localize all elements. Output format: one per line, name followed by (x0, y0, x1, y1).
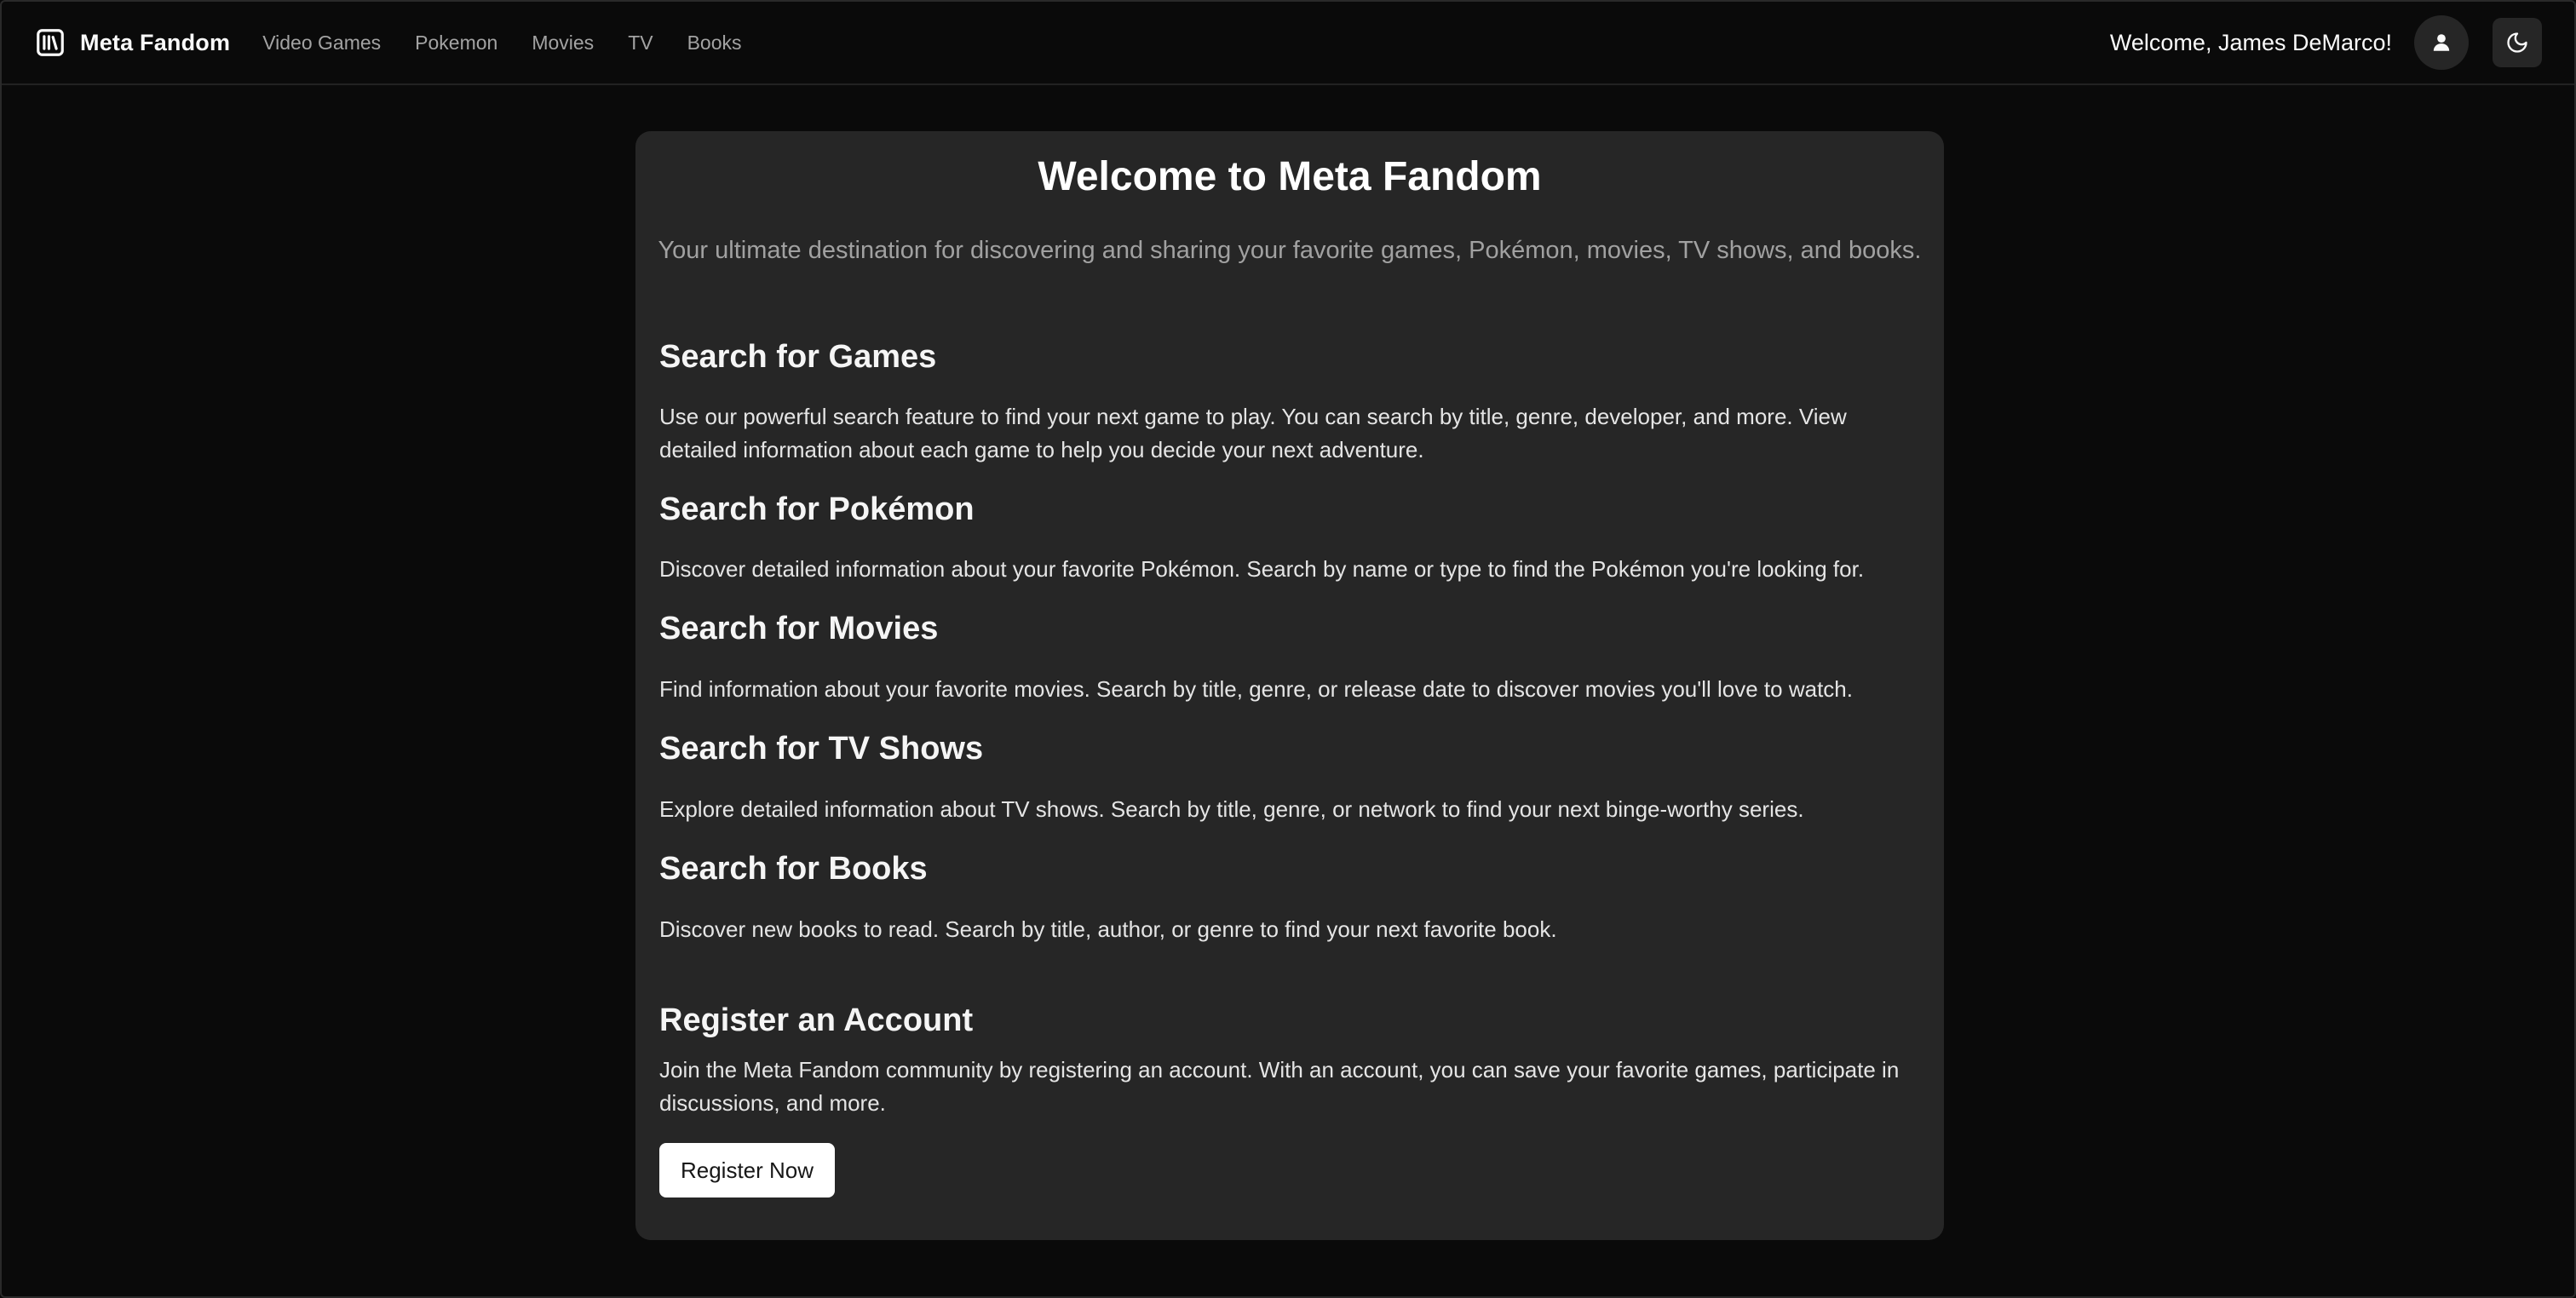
main-nav: Video Games Pokemon Movies TV Books (262, 32, 741, 55)
section-title-register: Register an Account (659, 1002, 974, 1038)
brand-name: Meta Fandom (80, 29, 231, 55)
page-title: Welcome to Meta Fandom (1038, 154, 1542, 199)
section-text-games: Use our powerful search feature to find … (659, 404, 1847, 462)
section-text-pokemon: Discover detailed information about your… (659, 556, 1865, 582)
user-menu-button[interactable] (2414, 15, 2469, 70)
user-icon (2433, 34, 2450, 51)
section-text-tv-shows: Explore detailed information about TV sh… (659, 796, 1804, 822)
section-title-books: Search for Books (659, 851, 928, 887)
welcome-user-text: Welcome, James DeMarco! (2109, 29, 2392, 55)
section-title-games: Search for Games (659, 339, 937, 375)
section-text-books: Discover new books to read. Search by ti… (659, 916, 1557, 942)
nav-link-movies[interactable]: Movies (532, 32, 594, 55)
nav-link-books[interactable]: Books (687, 32, 742, 55)
register-now-button[interactable]: Register Now (659, 1143, 835, 1197)
library-icon (37, 29, 64, 56)
section-title-tv-shows: Search for TV Shows (659, 731, 984, 767)
section-title-movies: Search for Movies (659, 611, 939, 646)
brand-link[interactable]: Meta Fandom (34, 26, 230, 59)
nav-link-tv[interactable]: TV (628, 32, 653, 55)
section-title-pokemon: Search for Pokémon (659, 491, 975, 527)
app-window: Meta Fandom Video Games Pokemon Movies T… (0, 0, 2576, 1298)
welcome-card: Welcome to Meta Fandom Your ultimate des… (635, 131, 1944, 1240)
header-actions: Welcome, James DeMarco! (2110, 15, 2542, 70)
nav-link-pokemon[interactable]: Pokemon (415, 32, 497, 55)
theme-toggle-button[interactable] (2493, 18, 2542, 67)
nav-link-video-games[interactable]: Video Games (262, 32, 381, 55)
section-text-movies: Find information about your favorite mov… (659, 676, 1853, 702)
moon-icon (2507, 32, 2527, 53)
page-subtitle: Your ultimate destination for discoverin… (658, 237, 1922, 264)
top-navbar: Meta Fandom Video Games Pokemon Movies T… (2, 2, 2574, 85)
section-text-register: Join the Meta Fandom community by regist… (659, 1057, 1900, 1116)
